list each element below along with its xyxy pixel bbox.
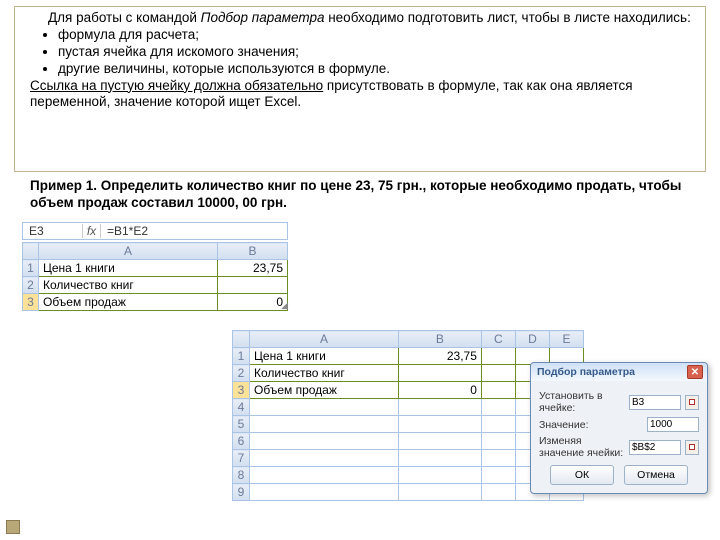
formula-value: =B1*E2: [101, 224, 287, 238]
col-B: B: [217, 243, 287, 260]
name-box: E3: [23, 224, 83, 238]
p1b: Подбор параметра: [201, 10, 325, 25]
formula-bar: E3 fx =B1*E2: [22, 222, 288, 240]
dialog-title-bar[interactable]: Подбор параметра ✕: [531, 363, 707, 381]
to-value-label: Значение:: [539, 419, 643, 431]
set-cell-input[interactable]: [629, 395, 681, 410]
changing-cell-input[interactable]: [629, 440, 681, 455]
changing-cell-label: Изменяя значение ячейки:: [539, 435, 625, 459]
col-A: A: [39, 243, 218, 260]
bullet-list: формула для расчета; пустая ячейка для и…: [30, 27, 700, 78]
resize-handle-icon: ◢: [281, 300, 288, 311]
bullet-2: пустая ячейка для искомого значения;: [58, 44, 700, 61]
to-value-input[interactable]: [647, 417, 699, 432]
bullet-1: формула для расчета;: [58, 27, 700, 44]
excel-screenshot-1: E3 fx =B1*E2 AB 1Цена 1 книги23,75 2Коли…: [22, 222, 288, 311]
cell-ref-icon[interactable]: [685, 440, 699, 455]
close-icon[interactable]: ✕: [687, 365, 703, 379]
example-text: Пример 1. Определить количество книг по …: [30, 178, 700, 212]
p1a: Для работы с командой: [48, 10, 201, 25]
set-cell-label: Установить в ячейке:: [539, 390, 625, 414]
cancel-button[interactable]: Отмена: [624, 465, 688, 485]
bullet-3: другие величины, которые используются в …: [58, 61, 700, 78]
cell-ref-icon[interactable]: [685, 395, 699, 410]
p2a: Ссылка на пустую ячейку должна обязатель…: [30, 78, 323, 93]
grid-1: AB 1Цена 1 книги23,75 2Количество книг 3…: [22, 242, 288, 311]
intro-text: Для работы с командой Подбор параметра н…: [30, 10, 700, 111]
dialog-title: Подбор параметра: [537, 366, 635, 378]
slide-corner-icon: [6, 520, 20, 534]
goal-seek-dialog: Подбор параметра ✕ Установить в ячейке: …: [530, 362, 708, 494]
p1c: необходимо подготовить лист, чтобы в лис…: [324, 10, 690, 25]
fx-icon: fx: [83, 224, 101, 238]
ok-button[interactable]: ОК: [550, 465, 614, 485]
